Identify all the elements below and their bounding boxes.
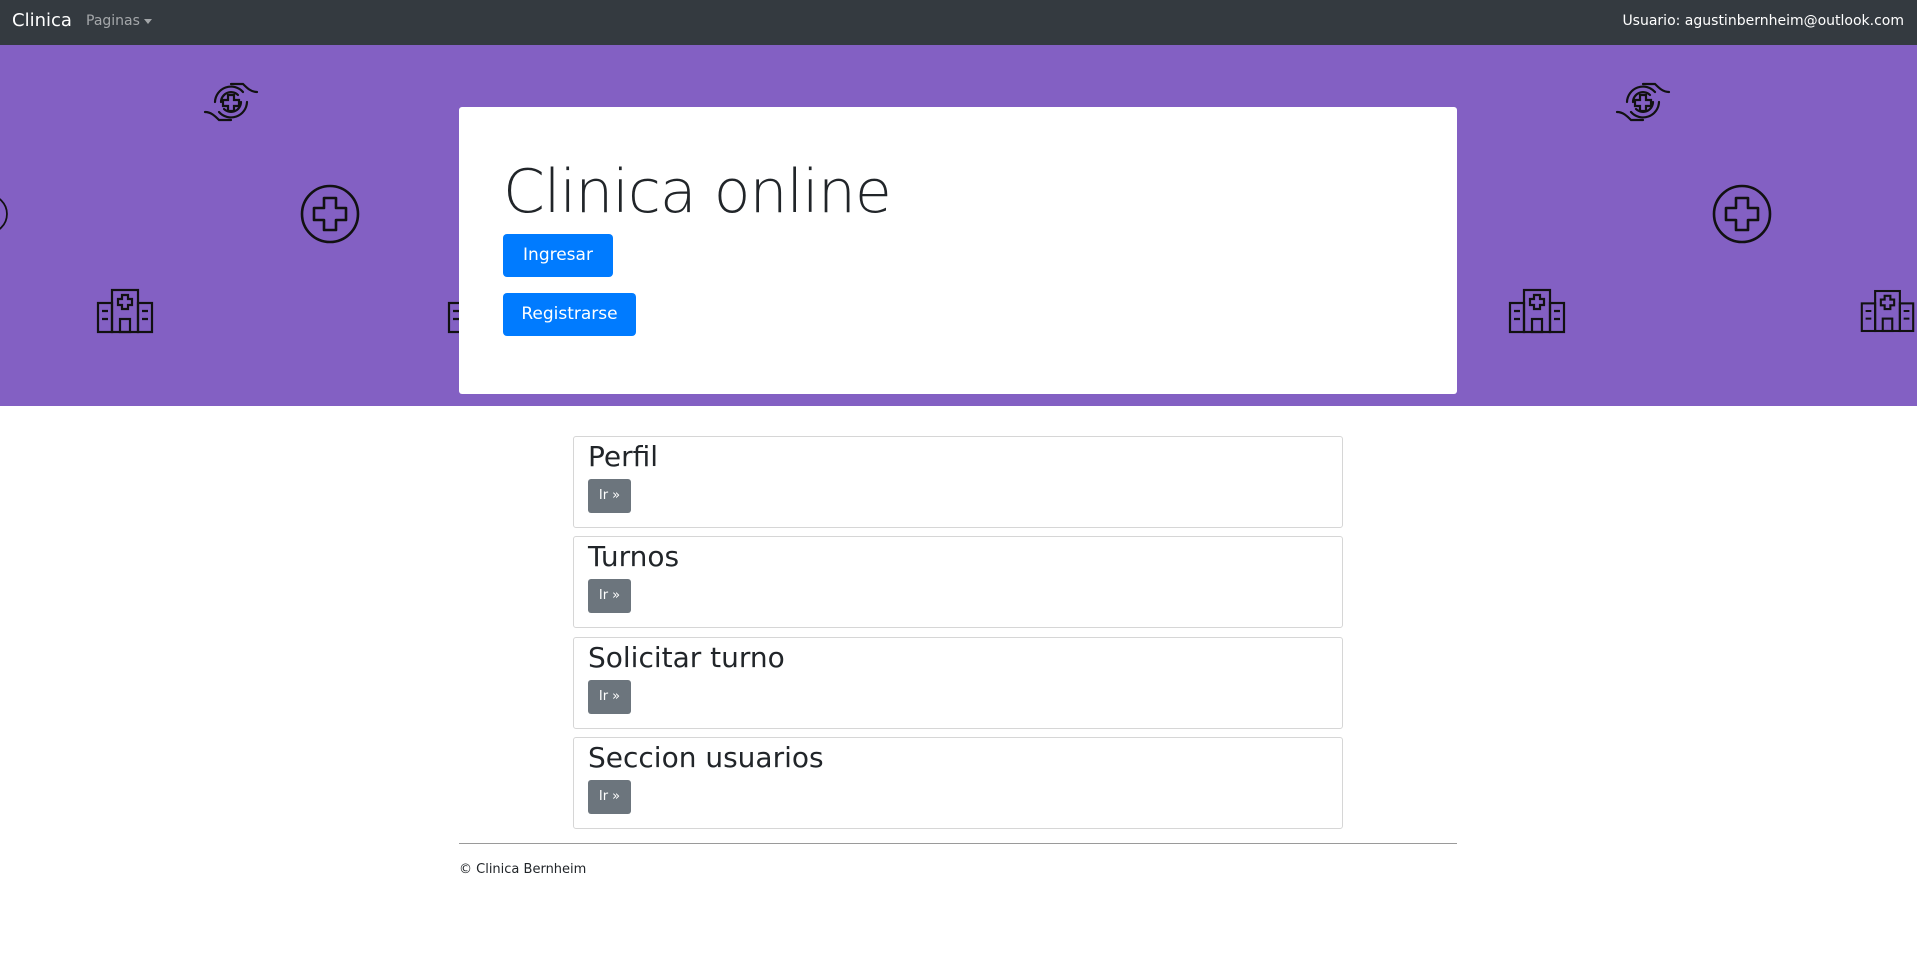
card-title: Seccion usuarios [588, 741, 824, 774]
card-turnos: Turnos Ir » [573, 536, 1343, 628]
card-title: Solicitar turno [588, 641, 785, 674]
hands-cross-icon [203, 82, 259, 122]
turnos-go-button[interactable]: Ir » [588, 579, 631, 613]
medical-cross-circle-icon [0, 198, 8, 230]
user-email-label: Usuario: agustinbernheim@outlook.com [1622, 13, 1904, 29]
footer-copyright: © Clinica Bernheim [459, 862, 587, 877]
medical-cross-circle-icon [300, 184, 360, 244]
top-navbar: Clinica Paginas Usuario: agustinbernheim… [0, 0, 1917, 45]
hero-banner: Clinica online Ingresar » Registrarse » [0, 45, 1917, 406]
navbar-brand[interactable]: Clinica [12, 9, 72, 33]
hands-cross-icon [1615, 82, 1671, 122]
hospital-building-icon [447, 301, 459, 334]
paginas-dropdown-label: Paginas [86, 13, 140, 29]
hero-title: Clinica online [503, 157, 892, 227]
paginas-dropdown[interactable]: Paginas [86, 12, 152, 30]
jumbotron: Clinica online Ingresar » Registrarse » [459, 107, 1457, 394]
medical-cross-circle-icon [1712, 184, 1772, 244]
card-solicitar-turno: Solicitar turno Ir » [573, 637, 1343, 729]
solicitar-turno-go-button[interactable]: Ir » [588, 680, 631, 714]
perfil-go-button[interactable]: Ir » [588, 479, 631, 513]
caret-down-icon [143, 18, 152, 24]
hospital-building-icon [1860, 289, 1915, 333]
card-perfil: Perfil Ir » [573, 436, 1343, 528]
registrarse-button[interactable]: Registrarse » [503, 293, 636, 367]
ingresar-button[interactable]: Ingresar » [503, 234, 613, 308]
card-seccion-usuarios: Seccion usuarios Ir » [573, 737, 1343, 829]
hospital-building-icon [96, 288, 154, 334]
hospital-building-icon [1508, 288, 1566, 334]
footer-divider [459, 843, 1457, 844]
card-title: Perfil [588, 440, 659, 473]
seccion-usuarios-go-button[interactable]: Ir » [588, 780, 631, 814]
card-title: Turnos [588, 540, 680, 573]
